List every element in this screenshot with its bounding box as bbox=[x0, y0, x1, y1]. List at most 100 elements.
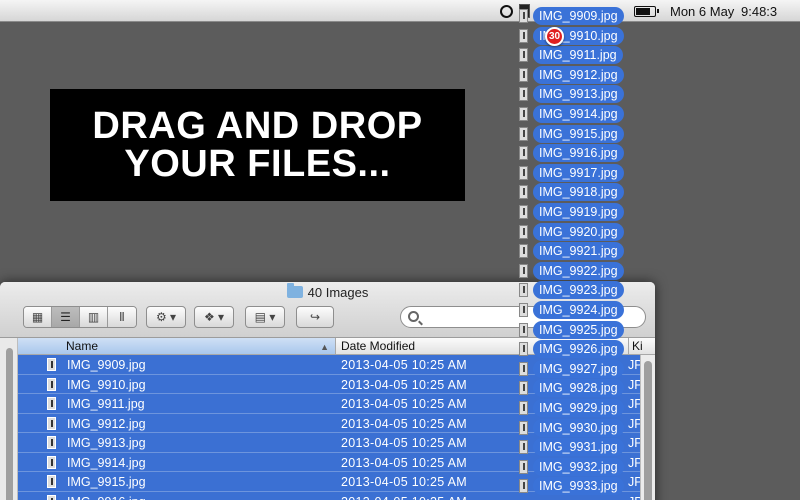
battery-icon[interactable] bbox=[634, 6, 659, 17]
image-file-icon bbox=[519, 283, 528, 298]
gear-icon: ⚙ ▾ bbox=[155, 310, 177, 324]
image-file-icon bbox=[519, 459, 528, 474]
image-file-icon bbox=[47, 397, 56, 410]
menu-bar: Mon 6 May 9:48:3 bbox=[0, 0, 800, 22]
image-file-icon bbox=[519, 87, 528, 102]
action-gear-button[interactable]: ⚙ ▾ bbox=[146, 306, 186, 328]
sync-status-icon[interactable] bbox=[500, 5, 513, 18]
list-scrollbar[interactable] bbox=[640, 355, 655, 500]
image-file-icon bbox=[519, 48, 528, 63]
drag-count-badge: 30 bbox=[545, 27, 564, 46]
drag-drop-banner: DRAG AND DROP YOUR FILES... bbox=[50, 89, 465, 201]
image-file-icon bbox=[519, 107, 528, 121]
image-file-icon bbox=[519, 322, 528, 337]
file-name: IMG_9911.jpg bbox=[67, 397, 145, 411]
menubar-date[interactable]: Mon 6 May bbox=[670, 4, 734, 19]
image-file-icon bbox=[519, 146, 528, 161]
view-mode-segmented-control: ▦ ☰ ▥ Ⅱ bbox=[23, 306, 137, 328]
sort-ascending-icon: ▲ bbox=[320, 342, 329, 352]
image-file-icon bbox=[47, 436, 56, 449]
list-view-icon[interactable]: ☰ bbox=[52, 307, 80, 327]
dragged-file-label: IMG_9923.jpg bbox=[533, 281, 624, 300]
file-date: 2013-04-05 10:25 AM bbox=[341, 436, 467, 450]
image-file-icon bbox=[519, 67, 528, 82]
image-file-icon bbox=[519, 263, 528, 278]
dragged-file-label: IMG_9912.jpg bbox=[533, 65, 624, 84]
image-file-icon bbox=[519, 303, 528, 317]
file-name: IMG_9910.jpg bbox=[67, 377, 146, 392]
dragged-file-label: IMG_9931.jpg bbox=[533, 438, 624, 457]
image-file-icon bbox=[47, 475, 56, 488]
image-file-icon bbox=[519, 479, 528, 494]
banner-line-2: YOUR FILES... bbox=[124, 143, 391, 185]
column-header-date[interactable]: Date Modified bbox=[341, 338, 415, 354]
share-icon: ↪ bbox=[309, 310, 321, 324]
dragged-file-label: IMG_9921.jpg bbox=[533, 242, 624, 261]
dragged-file-label: IMG_9933.jpg bbox=[533, 477, 624, 496]
sidebar-scroll-thumb[interactable] bbox=[6, 348, 13, 500]
dragged-file-label: IMG_9926.jpg bbox=[533, 340, 624, 359]
dragged-file-label: IMG_9911.jpg bbox=[533, 46, 623, 65]
file-date: 2013-04-05 10:25 AM bbox=[341, 397, 467, 411]
banner-line-1: DRAG AND DROP bbox=[92, 105, 423, 147]
file-date: 2013-04-05 10:25 AM bbox=[341, 377, 467, 392]
dropbox-icon: ❖ ▾ bbox=[203, 310, 225, 324]
file-name: IMG_9914.jpg bbox=[67, 455, 146, 470]
image-file-icon bbox=[519, 440, 528, 455]
share-button[interactable]: ↪ bbox=[296, 306, 334, 328]
image-file-icon bbox=[519, 361, 528, 376]
image-file-icon bbox=[519, 165, 528, 180]
dragged-file-label: IMG_9932.jpg bbox=[533, 457, 624, 476]
image-file-icon bbox=[47, 494, 56, 500]
dragged-file-label: IMG_9909.jpg bbox=[533, 7, 624, 25]
file-date: 2013-04-05 10:25 AM bbox=[341, 495, 467, 500]
dropbox-button[interactable]: ❖ ▾ bbox=[194, 306, 234, 328]
file-name: IMG_9913.jpg bbox=[67, 436, 146, 450]
file-name: IMG_9912.jpg bbox=[67, 416, 146, 431]
file-name: IMG_9909.jpg bbox=[67, 358, 146, 372]
coverflow-view-icon[interactable]: Ⅱ bbox=[108, 307, 136, 327]
column-header-kind[interactable]: Ki bbox=[628, 338, 643, 354]
image-file-icon bbox=[519, 28, 528, 43]
window-title-text: 40 Images bbox=[307, 285, 369, 300]
dragged-file-label: IMG_9917.jpg bbox=[533, 163, 624, 182]
image-file-icon bbox=[519, 224, 528, 239]
folder-icon bbox=[286, 283, 303, 298]
column-view-icon[interactable]: ▥ bbox=[80, 307, 108, 327]
image-file-icon bbox=[519, 381, 528, 396]
file-date: 2013-04-05 10:25 AM bbox=[341, 358, 467, 372]
image-file-icon bbox=[519, 342, 528, 357]
file-date: 2013-04-05 10:25 AM bbox=[341, 455, 467, 470]
image-file-icon bbox=[519, 420, 528, 435]
search-icon bbox=[408, 311, 419, 322]
dragged-file-label: IMG_9915.jpg bbox=[533, 124, 624, 143]
dragged-file-label: IMG_9922.jpg bbox=[533, 261, 624, 280]
image-file-icon bbox=[47, 358, 56, 371]
image-file-icon bbox=[47, 416, 56, 430]
file-date: 2013-04-05 10:25 AM bbox=[341, 475, 467, 489]
column-header-name[interactable]: Name ▲ bbox=[18, 338, 336, 354]
column-header-name-label: Name bbox=[66, 339, 99, 353]
image-file-icon bbox=[519, 126, 528, 141]
dragged-file-label: IMG_9918.jpg bbox=[533, 183, 624, 202]
icon-view-icon[interactable]: ▦ bbox=[24, 307, 52, 327]
dragged-file-label: IMG_9919.jpg bbox=[533, 203, 624, 221]
dragged-file-label: IMG_9925.jpg bbox=[533, 320, 624, 339]
image-file-icon bbox=[47, 455, 56, 469]
image-file-icon bbox=[519, 185, 528, 200]
menubar-clock[interactable]: 9:48:3 bbox=[741, 4, 777, 19]
image-file-icon bbox=[519, 205, 528, 219]
arrange-button[interactable]: ▤ ▾ bbox=[245, 306, 285, 328]
sidebar-scrollbar[interactable] bbox=[0, 338, 18, 500]
dragged-file-label: IMG_9924.jpg bbox=[533, 301, 624, 319]
dragged-file-label: IMG_9914.jpg bbox=[533, 105, 624, 123]
file-name: IMG_9916.jpg bbox=[67, 495, 146, 500]
dragged-file-label: IMG_9916.jpg bbox=[533, 144, 624, 163]
file-date: 2013-04-05 10:25 AM bbox=[341, 416, 467, 431]
arrange-icon: ▤ ▾ bbox=[254, 310, 276, 324]
image-file-icon bbox=[47, 377, 56, 391]
image-file-icon bbox=[519, 401, 528, 415]
image-file-icon bbox=[519, 244, 528, 259]
file-name: IMG_9915.jpg bbox=[67, 475, 146, 489]
list-scroll-thumb[interactable] bbox=[644, 361, 652, 500]
